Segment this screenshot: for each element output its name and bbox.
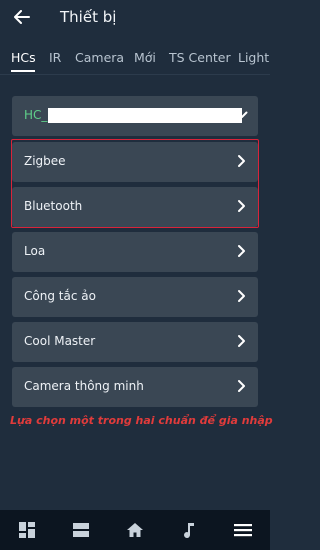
- music-note-icon: [184, 523, 194, 539]
- hc-selector[interactable]: HC_: [12, 96, 258, 136]
- bottom-navigation: [0, 510, 270, 550]
- chevron-right-icon: [238, 290, 245, 302]
- dashboard-icon: [19, 522, 35, 538]
- menu-icon: [234, 524, 252, 537]
- back-button[interactable]: [10, 6, 34, 28]
- tab-lighting[interactable]: Lighting: [238, 50, 270, 65]
- tab-hcs[interactable]: HCs: [11, 50, 36, 65]
- list-item-label: Công tắc ảo: [24, 289, 96, 303]
- app-header: Thiết bị: [0, 0, 270, 36]
- list-item-label: Cool Master: [24, 334, 96, 348]
- tab-ir[interactable]: IR: [49, 50, 61, 65]
- active-tab-indicator: [11, 70, 35, 72]
- annotation-note: Lựa chọn một trong hai chuẩn để gia nhập: [10, 414, 273, 427]
- nav-menu[interactable]: [216, 510, 270, 550]
- tab-bar: HCs IR Camera Mới TS Center Lighting: [0, 44, 270, 74]
- hc-selector-value: HC_: [24, 108, 48, 122]
- arrow-left-icon: [14, 10, 30, 24]
- nav-list-view[interactable]: [54, 510, 108, 550]
- redacted-hc-name: [48, 108, 242, 123]
- nav-dashboard[interactable]: [0, 510, 54, 550]
- device-type-loa[interactable]: Loa: [12, 232, 258, 272]
- page-title: Thiết bị: [60, 8, 117, 26]
- chevron-right-icon: [238, 335, 245, 347]
- list-item-label: Camera thông minh: [24, 379, 144, 393]
- tab-ts-center[interactable]: TS Center: [169, 50, 231, 65]
- nav-home[interactable]: [108, 510, 162, 550]
- home-icon: [127, 523, 143, 537]
- device-type-cool-master[interactable]: Cool Master: [12, 322, 258, 362]
- list-view-icon: [73, 523, 89, 537]
- chevron-right-icon: [238, 380, 245, 392]
- chevron-right-icon: [238, 245, 245, 257]
- device-type-smart-camera[interactable]: Camera thông minh: [12, 367, 258, 407]
- highlight-annotation-box: [11, 139, 259, 228]
- chevron-down-icon: [236, 111, 248, 118]
- tab-divider: [0, 74, 270, 75]
- tab-camera[interactable]: Camera: [75, 50, 124, 65]
- nav-music[interactable]: [162, 510, 216, 550]
- list-item-label: Loa: [24, 244, 46, 258]
- device-type-virtual-switch[interactable]: Công tắc ảo: [12, 277, 258, 317]
- tab-moi[interactable]: Mới: [134, 50, 156, 65]
